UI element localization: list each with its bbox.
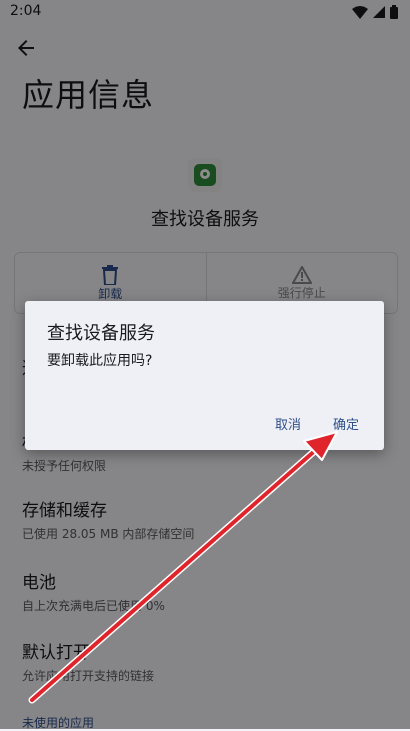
confirm-button[interactable]: 确定 xyxy=(329,412,363,435)
dialog-message: 要卸载此应用吗? xyxy=(47,353,153,369)
cancel-button[interactable]: 取消 xyxy=(271,412,305,435)
uninstall-dialog: 查找设备服务 要卸载此应用吗? 取消 确定 xyxy=(25,301,384,450)
dialog-title: 查找设备服务 xyxy=(47,323,155,344)
